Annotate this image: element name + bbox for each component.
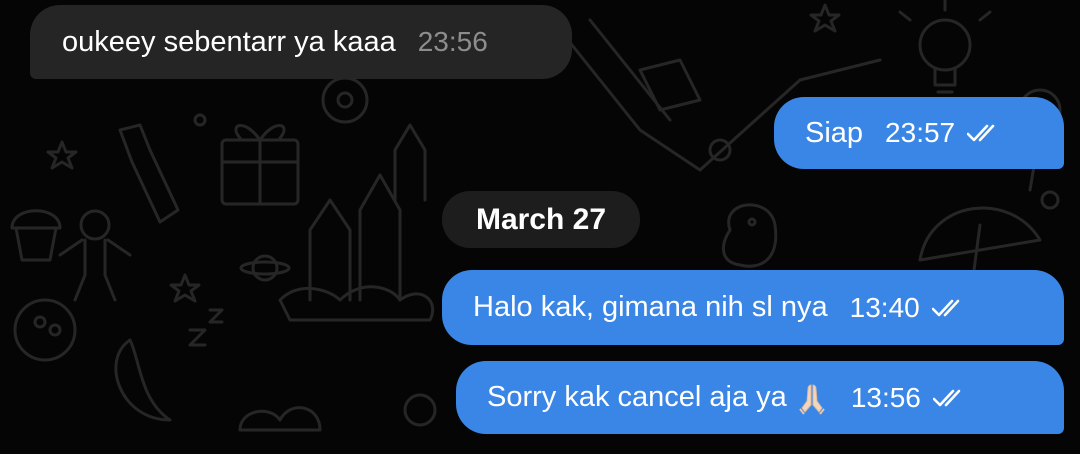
double-check-icon (967, 123, 1001, 143)
incoming-message-bubble[interactable]: oukeey sebentarr ya kaaa 23:56 (30, 5, 572, 79)
chat-thread: oukeey sebentarr ya kaaa 23:56 Siap 23:5… (0, 0, 1080, 454)
message-time: 13:56 (850, 381, 921, 413)
message-text: oukeey sebentarr ya kaaa (62, 25, 396, 58)
double-check-icon (932, 388, 967, 408)
date-separator: March 27 (442, 191, 640, 248)
outgoing-message-bubble[interactable]: Halo kak, gimana nih sl nya 13:40 (442, 270, 1064, 345)
outgoing-message-bubble[interactable]: Sorry kak cancel aja ya 13:56 (456, 361, 1064, 434)
message-text: Siap (805, 116, 864, 149)
message-time: 23:56 (417, 26, 488, 57)
message-text: Halo kak, gimana nih sl nya (473, 291, 828, 323)
message-time: 23:57 (885, 117, 956, 148)
message-text: Sorry kak cancel aja ya (487, 381, 787, 413)
double-check-icon (931, 298, 966, 318)
message-time: 13:40 (849, 291, 920, 323)
folded-hands-emoji-icon (795, 381, 829, 415)
outgoing-message-bubble[interactable]: Siap 23:57 (774, 97, 1064, 169)
date-separator-label: March 27 (475, 202, 607, 236)
